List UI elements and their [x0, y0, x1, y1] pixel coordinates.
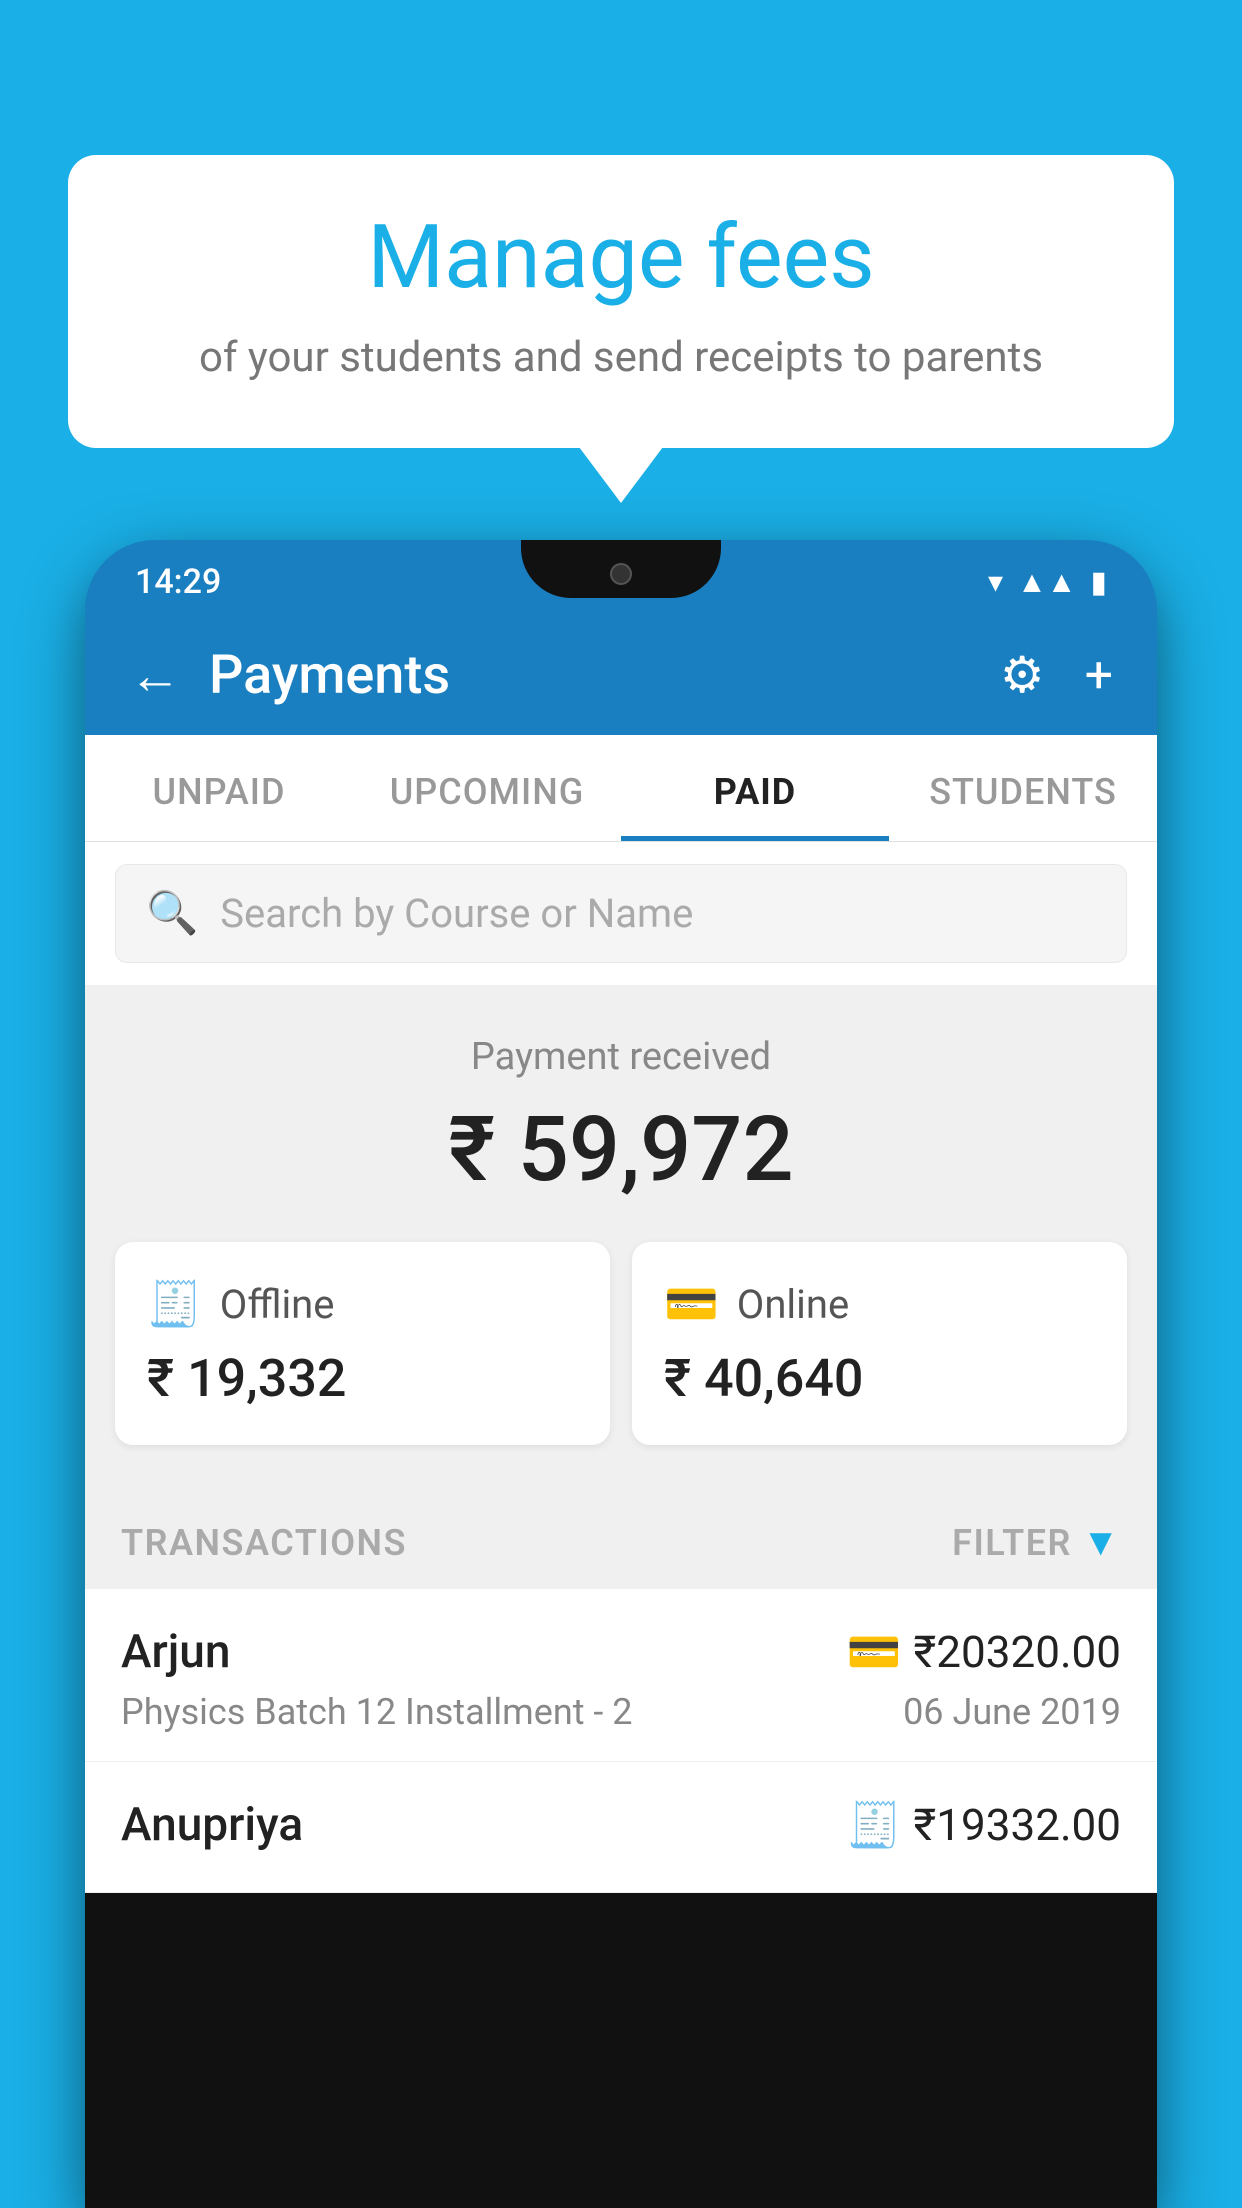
header-left: ← Payments [129, 644, 450, 707]
offline-icon: 🧾 [147, 1278, 202, 1330]
status-time: 14:29 [135, 562, 221, 602]
pay-mode-icon: 🧾 [847, 1799, 902, 1851]
signal-icon: ▲▲ [1017, 565, 1076, 600]
filter-icon: ▼ [1082, 1521, 1121, 1565]
transaction-date: 06 June 2019 [903, 1691, 1121, 1733]
tab-students[interactable]: STUDENTS [889, 735, 1157, 841]
offline-card-header: 🧾 Offline [147, 1278, 578, 1330]
battery-icon: ▮ [1090, 565, 1107, 600]
tab-unpaid[interactable]: UNPAID [85, 735, 353, 841]
online-card-header: 💳 Online [664, 1278, 1095, 1330]
bubble-title: Manage fees [128, 210, 1114, 307]
transaction-name: Anupriya [121, 1798, 303, 1852]
header-actions: ⚙ + [1000, 646, 1113, 705]
transaction-name: Arjun [121, 1625, 231, 1679]
payment-amount: ₹ 59,972 [115, 1097, 1127, 1202]
online-card: 💳 Online ₹ 40,640 [632, 1242, 1127, 1445]
payment-label: Payment received [115, 1035, 1127, 1079]
transaction-top: Anupriya 🧾 ₹19332.00 [121, 1798, 1121, 1852]
payment-cards: 🧾 Offline ₹ 19,332 💳 Online ₹ 40,640 [85, 1242, 1157, 1485]
wifi-icon: ▾ [988, 565, 1003, 600]
app-header: ← Payments ⚙ + [85, 616, 1157, 735]
transaction-course: Physics Batch 12 Installment - 2 [121, 1691, 633, 1733]
transactions-header: TRANSACTIONS FILTER ▼ [85, 1485, 1157, 1589]
bubble-subtitle: of your students and send receipts to pa… [128, 329, 1114, 388]
transaction-amount: 💳 ₹20320.00 [847, 1626, 1121, 1678]
status-icons: ▾ ▲▲ ▮ [988, 565, 1107, 600]
pay-mode-icon: 💳 [847, 1626, 902, 1678]
search-bar[interactable]: 🔍 Search by Course or Name [115, 864, 1127, 963]
table-row[interactable]: Anupriya 🧾 ₹19332.00 [85, 1762, 1157, 1893]
online-amount: ₹ 40,640 [664, 1348, 1095, 1409]
speech-bubble: Manage fees of your students and send re… [68, 155, 1174, 448]
camera-sensor [610, 563, 632, 585]
transaction-bottom: Physics Batch 12 Installment - 2 06 June… [121, 1691, 1121, 1733]
back-button[interactable]: ← [129, 645, 181, 706]
transaction-top: Arjun 💳 ₹20320.00 [121, 1625, 1121, 1679]
phone-notch [521, 540, 721, 598]
phone-frame: 14:29 ▾ ▲▲ ▮ ← Payments ⚙ + UNPAID UPCOM… [85, 540, 1157, 2208]
offline-amount: ₹ 19,332 [147, 1348, 578, 1409]
search-container: 🔍 Search by Course or Name [85, 842, 1157, 985]
search-icon: 🔍 [146, 889, 198, 938]
amount-value: ₹20320.00 [914, 1626, 1121, 1678]
tab-upcoming[interactable]: UPCOMING [353, 735, 621, 841]
tab-paid[interactable]: PAID [621, 735, 889, 841]
filter-button[interactable]: FILTER ▼ [952, 1521, 1121, 1565]
settings-icon[interactable]: ⚙ [1000, 646, 1045, 705]
transactions-label: TRANSACTIONS [121, 1522, 407, 1564]
page-title: Payments [209, 644, 450, 707]
search-input[interactable]: Search by Course or Name [220, 890, 693, 937]
add-icon[interactable]: + [1085, 647, 1113, 705]
transaction-list: Arjun 💳 ₹20320.00 Physics Batch 12 Insta… [85, 1589, 1157, 1893]
online-label: Online [737, 1281, 849, 1328]
table-row[interactable]: Arjun 💳 ₹20320.00 Physics Batch 12 Insta… [85, 1589, 1157, 1762]
payment-summary: Payment received ₹ 59,972 [85, 985, 1157, 1242]
filter-text: FILTER [952, 1522, 1072, 1564]
offline-card: 🧾 Offline ₹ 19,332 [115, 1242, 610, 1445]
status-bar: 14:29 ▾ ▲▲ ▮ [85, 540, 1157, 616]
transaction-amount: 🧾 ₹19332.00 [847, 1799, 1121, 1851]
offline-label: Offline [220, 1281, 335, 1328]
tabs-bar: UNPAID UPCOMING PAID STUDENTS [85, 735, 1157, 842]
online-icon: 💳 [664, 1278, 719, 1330]
amount-value: ₹19332.00 [914, 1799, 1121, 1851]
